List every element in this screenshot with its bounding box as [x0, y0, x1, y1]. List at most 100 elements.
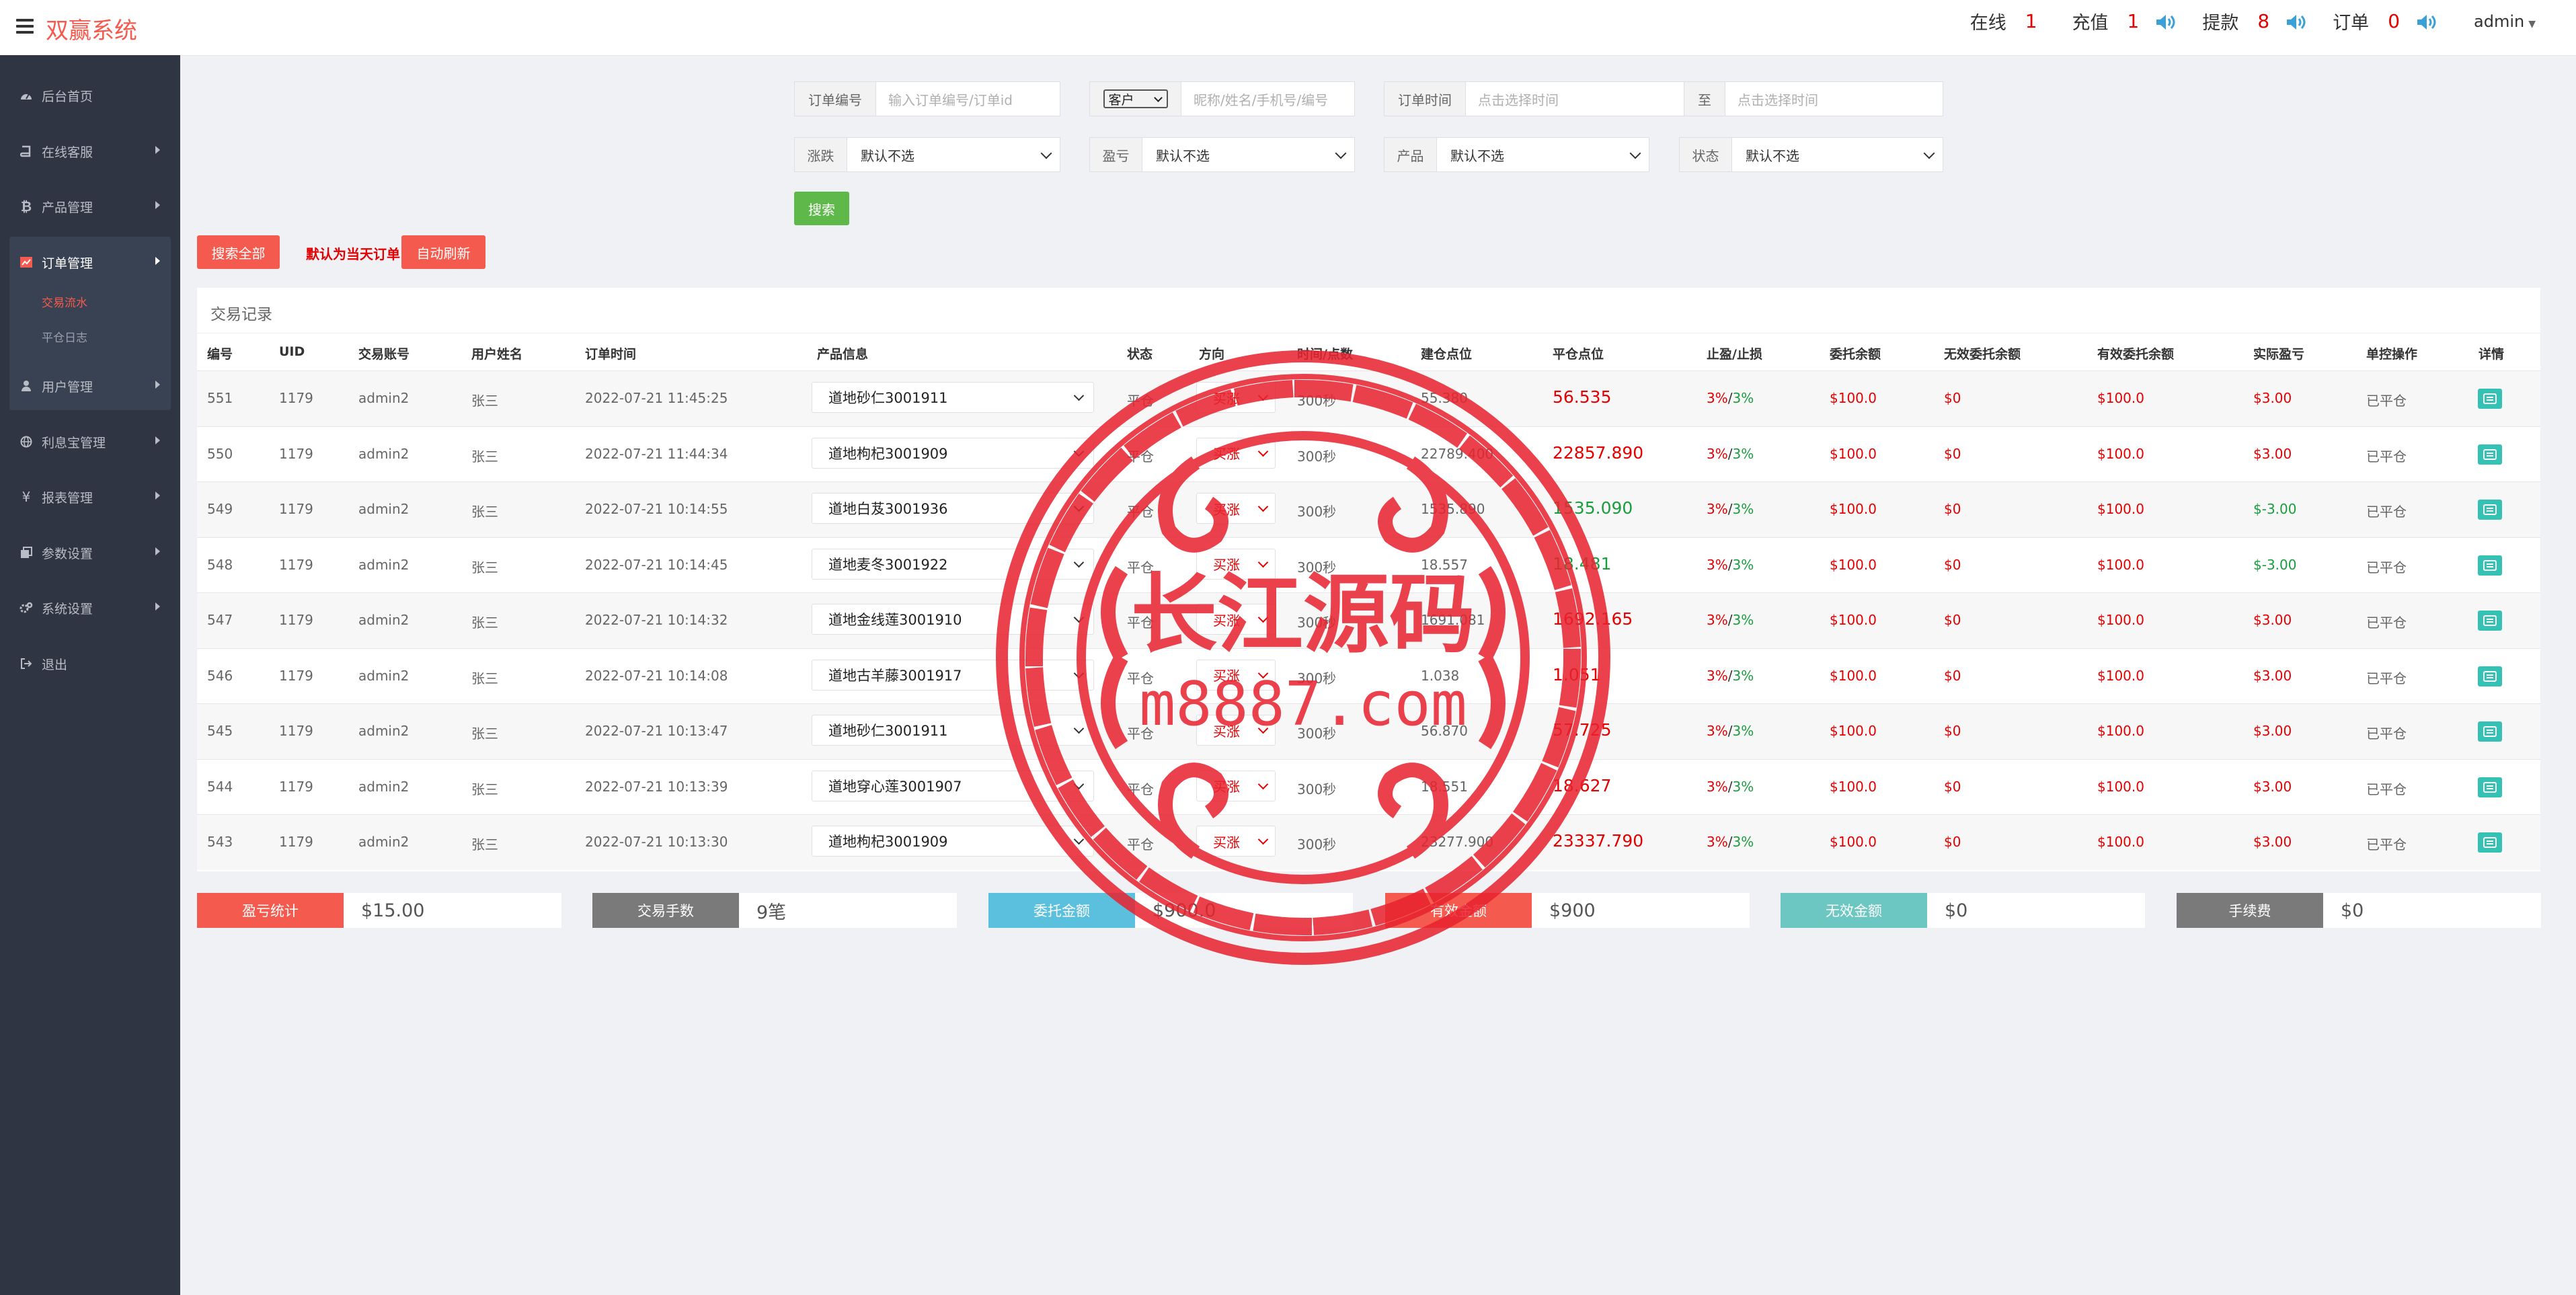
open-price-cell: 1691.081 [1421, 612, 1485, 628]
customer-type-select[interactable]: 客户 [1103, 89, 1168, 108]
profit-select[interactable]: 默认不选 [1142, 138, 1354, 171]
direction-select[interactable]: 买涨 [1196, 437, 1276, 469]
product-select[interactable]: 道地砂仁3001911 [812, 715, 1094, 746]
rise-fall-value: 默认不选 [861, 147, 914, 164]
order-label[interactable]: 订单 [2333, 8, 2369, 34]
chevron-right-icon [155, 602, 160, 611]
detail-icon[interactable] [2478, 611, 2502, 631]
column-header: 实际盈亏 [2253, 347, 2305, 362]
column-header: 委托余额 [1830, 347, 1881, 362]
sidebar-item-label: 订单管理 [42, 256, 93, 271]
status-select[interactable]: 默认不选 [1732, 138, 1943, 171]
sidebar-item-params[interactable]: 参数设置 [0, 533, 180, 573]
duration-cell: 300秒 [1297, 781, 1337, 797]
product-select[interactable]: 道地穿心莲3001907 [812, 770, 1094, 801]
tp-sl-cell: 3%/3% [1707, 834, 1754, 850]
sidebar-item-interest[interactable]: 利息宝管理 [0, 422, 180, 462]
stat-value: $15.00 [361, 900, 425, 921]
invalid-entrust-cell: $0 [1944, 723, 1961, 739]
table-row: 546 1179 admin2 张三 2022-07-21 10:14:08 道地古羊藤3… [197, 648, 2540, 704]
order-sound-icon[interactable] [2416, 13, 2436, 30]
product-value: 道地麦冬3001922 [828, 556, 948, 573]
account-cell: admin2 [358, 834, 409, 850]
sidebar-subitem-trade-flow[interactable]: 交易流水 [42, 293, 87, 310]
detail-icon[interactable] [2478, 777, 2502, 797]
close-price-cell: 18.481 [1553, 553, 1612, 574]
close-price-cell: 1692.165 [1553, 609, 1633, 629]
detail-icon[interactable] [2478, 666, 2502, 686]
product-select[interactable]: 道地枸杞3001909 [812, 826, 1094, 857]
status-cell: 平仓 [1127, 448, 1154, 465]
detail-icon[interactable] [2478, 500, 2502, 520]
customer-input[interactable]: 昵称/姓名/手机号/编号 [1181, 82, 1354, 116]
sidebar-item-products[interactable]: ₿ 产品管理 [0, 186, 180, 227]
user-menu[interactable]: admin ▼ [2474, 12, 2536, 31]
stat-label: 交易手数 [592, 893, 739, 928]
status-cell: 平仓 [1127, 393, 1154, 409]
detail-icon[interactable] [2478, 721, 2502, 742]
direction-select[interactable]: 买涨 [1196, 770, 1276, 801]
open-price-cell: 1535.890 [1421, 501, 1485, 517]
column-header: 详情 [2479, 347, 2505, 362]
sidebar-item-orders[interactable]: 订单管理 [0, 242, 180, 282]
chevron-down-icon [1153, 93, 1163, 102]
table-row: 544 1179 admin2 张三 2022-07-21 10:13:39 道地穿心莲3… [197, 758, 2540, 815]
direction-select[interactable]: 买涨 [1196, 826, 1276, 857]
withdraw-sound-icon[interactable] [2286, 13, 2306, 30]
product-select[interactable]: 道地麦冬3001922 [812, 548, 1094, 580]
direction-select[interactable]: 买涨 [1196, 493, 1276, 524]
product-select[interactable]: 道地古羊藤3001917 [812, 659, 1094, 691]
rise-fall-select[interactable]: 默认不选 [847, 138, 1060, 171]
pnl-cell: $3.00 [2253, 723, 2292, 739]
direction-select[interactable]: 买涨 [1196, 548, 1276, 580]
sidebar-item-logout[interactable]: 退出 [0, 643, 180, 684]
chevron-down-icon [1257, 390, 1269, 401]
sidebar-item-system[interactable]: 系统设置 [0, 588, 180, 628]
product-select[interactable]: 默认不选 [1437, 138, 1649, 171]
time-end-input[interactable]: 点击选择时间 [1725, 82, 1943, 116]
sidebar-item-reports[interactable]: ¥ 报表管理 [0, 477, 180, 517]
sidebar-subitem-close-log[interactable]: 平仓日志 [42, 328, 87, 345]
direction-value: 买涨 [1213, 557, 1240, 573]
auto-refresh-button[interactable]: 自动刷新 [401, 235, 485, 269]
withdraw-label[interactable]: 提款 [2202, 8, 2238, 34]
product-select[interactable]: 道地枸杞3001909 [812, 437, 1094, 469]
order-time-filter: 订单时间 点击选择时间 至 点击选择时间 [1384, 81, 1943, 116]
stat-label: 委托金额 [988, 893, 1135, 928]
product-select[interactable]: 道地金线莲3001910 [812, 604, 1094, 635]
direction-select[interactable]: 买涨 [1196, 715, 1276, 746]
detail-icon[interactable] [2478, 444, 2502, 465]
direction-select[interactable]: 买涨 [1196, 382, 1276, 413]
stat-box: 无效金额 $0 [1781, 893, 2145, 928]
order-id-cell: 544 [207, 778, 233, 795]
search-button[interactable]: 搜索 [794, 192, 849, 225]
duration-cell: 300秒 [1297, 504, 1337, 520]
product-select[interactable]: 道地砂仁3001911 [812, 382, 1094, 413]
sidebar-item-online-service[interactable]: 在线客服 [0, 131, 180, 171]
invalid-entrust-cell: $0 [1944, 778, 1961, 795]
table-row: 545 1179 admin2 张三 2022-07-21 10:13:47 道地砂仁30… [197, 703, 2540, 759]
order-time-cell: 2022-07-21 11:45:25 [585, 390, 728, 406]
sidebar-item-users[interactable]: 用户管理 [0, 366, 180, 406]
detail-icon[interactable] [2478, 832, 2502, 853]
order-no-input[interactable]: 输入订单编号/订单id [876, 82, 1060, 116]
sidebar-item-dashboard[interactable]: 后台首页 [0, 75, 180, 116]
direction-select[interactable]: 买涨 [1196, 659, 1276, 691]
direction-select[interactable]: 买涨 [1196, 604, 1276, 635]
recharge-sound-icon[interactable] [2155, 13, 2175, 30]
menu-toggle-icon[interactable] [16, 19, 34, 34]
detail-icon[interactable] [2478, 389, 2502, 409]
search-all-button[interactable]: 搜索全部 [197, 235, 280, 269]
uid-cell: 1179 [279, 501, 313, 517]
tp-sl-cell: 3%/3% [1707, 501, 1754, 517]
chevron-down-icon [1073, 723, 1085, 734]
pnl-cell: $-3.00 [2253, 501, 2297, 517]
entrust-cell: $100.0 [1830, 834, 1877, 850]
detail-icon[interactable] [2478, 555, 2502, 576]
product-select[interactable]: 道地白芨3001936 [812, 493, 1094, 524]
recharge-label[interactable]: 充值 [2072, 8, 2109, 34]
duration-cell: 300秒 [1297, 615, 1337, 631]
time-start-input[interactable]: 点击选择时间 [1466, 82, 1684, 116]
column-header: UID [279, 344, 305, 359]
order-id-cell: 543 [207, 834, 233, 850]
